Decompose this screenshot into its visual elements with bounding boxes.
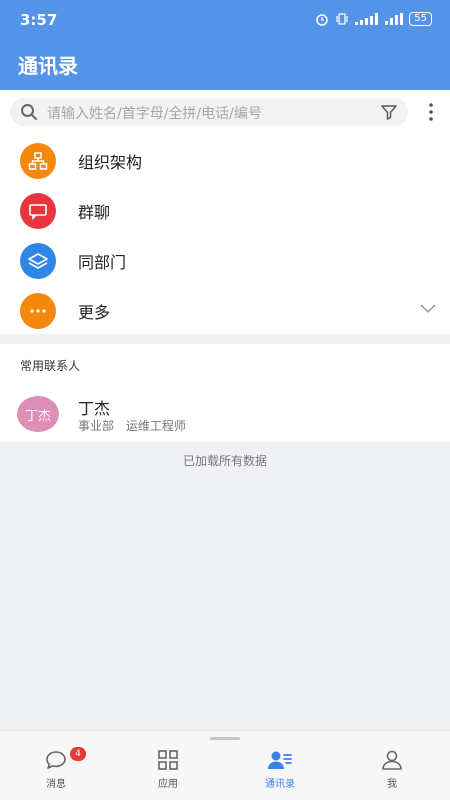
vibrate-icon [336,13,348,25]
tab-label: 消息 [46,779,66,790]
section-title: 常用联系人 [20,359,81,373]
contact-title: 运维工程师 [125,419,186,433]
tab-label: 我 [387,779,397,790]
apps-grid-icon [158,750,178,770]
status-bar: 3:57 55 [0,0,450,40]
bottom-tab-bar: 4 消息 应用 通讯录 我 [0,730,450,800]
menu-label: 组织架构 [78,153,143,172]
chevron-down-icon[interactable] [420,302,436,314]
contact-meta: 事业部 运维工程师 [78,417,186,434]
signal-icon-2 [385,13,404,25]
header: 通讯录 [0,40,450,90]
filter-icon[interactable] [380,103,398,121]
tab-apps[interactable]: 应用 [112,749,224,799]
contact-row[interactable]: 丁杰 丁杰 事业部 运维工程师 [0,392,450,442]
contact-name: 丁杰 [78,399,111,418]
more-vertical-icon[interactable] [426,102,436,122]
more-dots-icon [20,293,56,329]
search-icon [21,104,37,120]
unread-badge: 4 [70,747,86,761]
tab-contacts[interactable]: 通讯录 [224,749,336,799]
profile-icon [382,750,402,770]
gesture-handle [210,737,240,740]
status-time: 3:57 [20,11,58,29]
contact-department: 事业部 [78,419,115,433]
tab-me[interactable]: 我 [336,749,448,799]
menu-label: 同部门 [78,253,127,272]
tab-label: 通讯录 [265,779,295,790]
section-divider [0,334,450,344]
search-row: 请输入姓名/首字母/全拼/电话/编号 [0,90,450,134]
menu-item-org-chart[interactable]: 组织架构 [0,134,450,184]
menu-item-more[interactable]: 更多 [0,284,450,334]
tab-messages[interactable]: 4 消息 [0,747,112,799]
tab-label: 应用 [158,779,178,790]
menu-item-group-chat[interactable]: 群聊 [0,184,450,234]
alarm-icon [316,14,329,26]
frequent-contacts: 常用联系人 丁杰 丁杰 事业部 运维工程师 [0,344,450,442]
battery-icon: 55 [409,12,432,26]
chat-icon [20,193,56,229]
contacts-icon [268,751,292,769]
all-loaded-note: 已加载所有数据 [182,454,267,468]
avatar: 丁杰 [17,396,59,432]
signal-icon [355,13,379,25]
message-icon [46,751,66,769]
menu-label: 更多 [78,303,111,322]
search-placeholder: 请输入姓名/首字母/全拼/电话/编号 [47,106,262,122]
status-icons: 55 [315,12,432,26]
menu-label: 群聊 [78,203,111,222]
search-input[interactable]: 请输入姓名/首字母/全拼/电话/编号 [10,98,408,126]
org-chart-icon [20,143,56,179]
menu-list: 组织架构 群聊 同部门 更多 [0,134,450,334]
page-title: 通讯录 [18,54,78,78]
menu-item-same-department[interactable]: 同部门 [0,234,450,284]
layers-icon [20,243,56,279]
